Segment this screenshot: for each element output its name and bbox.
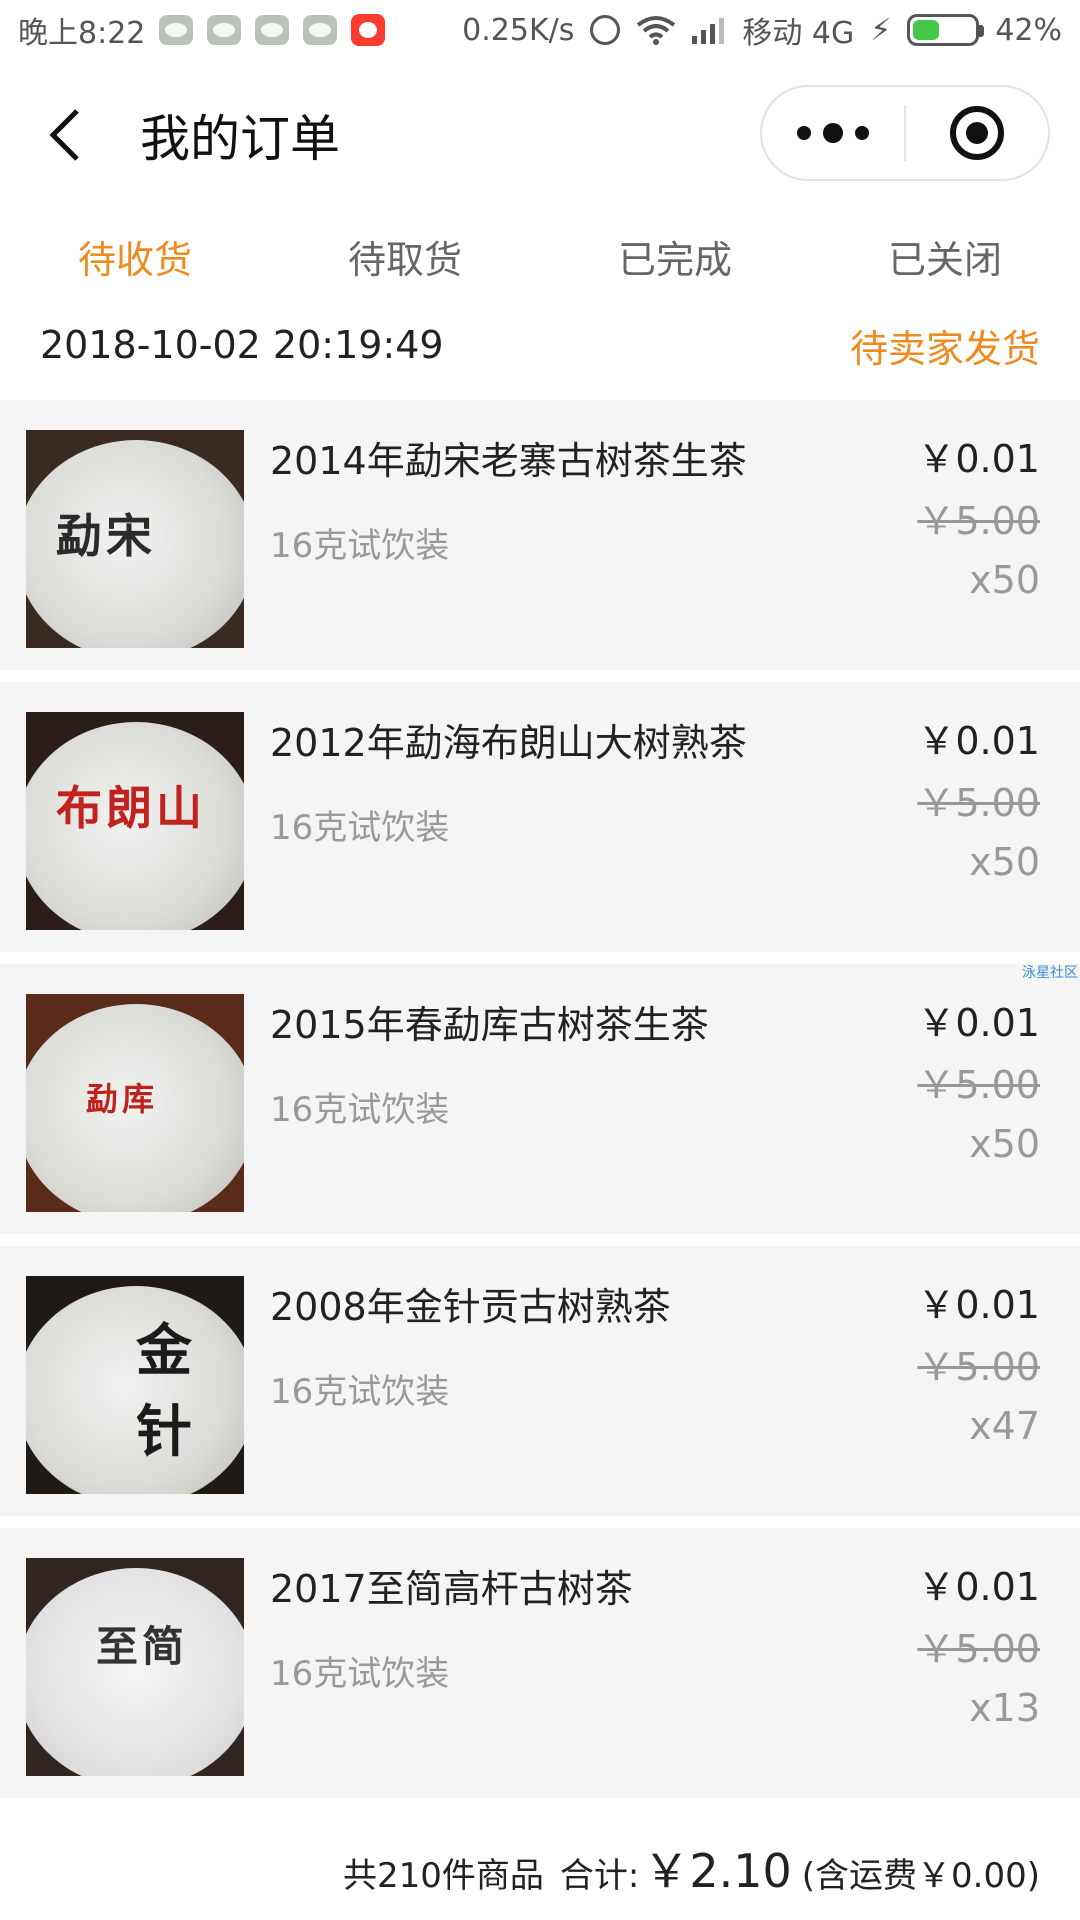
order-item[interactable]: 布朗山 2012年勐海布朗山大树熟茶 16克试饮装 ￥0.01 ￥5.00 x5… <box>0 682 1080 952</box>
order-header: 2018-10-02 20:19:49 待卖家发货 <box>0 300 1080 390</box>
product-quantity: x50 <box>969 558 1040 602</box>
product-price: ￥0.01 <box>917 719 1040 763</box>
wechat-notification-icon <box>159 15 194 45</box>
product-image-text: 勐宋 <box>56 509 156 563</box>
product-image-text: 金针 <box>136 1318 196 1465</box>
product-name: 2015年春勐库古树茶生茶 <box>270 1003 709 1047</box>
status-bar: 晚上8:22 0.25K/s 移动 4G ⚡ 42% <box>0 0 1080 60</box>
chevron-left-icon <box>49 109 79 161</box>
alarm-icon <box>590 15 621 45</box>
product-image: 金针 <box>26 1276 244 1494</box>
product-image: 至简 <box>26 1558 244 1776</box>
total-label: 合计: <box>559 1856 640 1896</box>
wifi-icon <box>636 15 676 45</box>
order-item[interactable]: 金针 2008年金针贡古树熟茶 16克试饮装 ￥0.01 ￥5.00 x47 <box>0 1246 1080 1516</box>
product-name: 2012年勐海布朗山大树熟茶 <box>270 721 747 765</box>
app-notification-icon <box>351 14 386 46</box>
miniprogram-capsule <box>760 85 1050 181</box>
status-time: 晚上8:22 <box>18 16 146 51</box>
product-spec: 16克试饮装 <box>270 526 450 566</box>
more-dots-icon <box>797 126 811 140</box>
product-name: 2017至简高杆古树茶 <box>270 1567 633 1611</box>
watermark: 泳星社区 <box>1022 965 1078 981</box>
order-time: 2018-10-02 20:19:49 <box>40 323 444 367</box>
product-quantity: x13 <box>969 1686 1040 1730</box>
item-count: 共210件商品 <box>342 1856 544 1896</box>
wechat-notification-icon <box>255 15 290 45</box>
order-item[interactable]: 勐宋 2014年勐宋老寨古树茶生茶 16克试饮装 ￥0.01 ￥5.00 x50 <box>0 400 1080 670</box>
order-items: 勐宋 2014年勐宋老寨古树茶生茶 16克试饮装 ￥0.01 ￥5.00 x50… <box>0 400 1080 1810</box>
tab-pending-receipt[interactable]: 待收货 <box>0 225 270 295</box>
signal-icon <box>692 16 726 44</box>
product-image-text: 勐库 <box>86 1080 159 1118</box>
product-image-text: 至简 <box>96 1622 189 1671</box>
carrier-label: 移动 4G <box>742 16 855 51</box>
tab-completed[interactable]: 已完成 <box>540 225 810 295</box>
product-image-text: 布朗山 <box>56 781 206 835</box>
title-bar: 我的订单 <box>0 60 1080 210</box>
total-amount: ￥2.10 <box>643 1844 792 1898</box>
more-dots-icon <box>823 123 843 143</box>
product-image: 勐宋 <box>26 430 244 648</box>
product-price: ￥0.01 <box>917 437 1040 481</box>
battery-icon <box>907 14 985 46</box>
product-price: ￥0.01 <box>917 1001 1040 1045</box>
product-spec: 16克试饮装 <box>270 808 450 848</box>
product-image: 布朗山 <box>26 712 244 930</box>
page-title: 我的订单 <box>140 110 340 168</box>
product-original-price: ￥5.00 <box>917 1627 1040 1671</box>
back-button[interactable] <box>30 100 100 170</box>
order-status: 待卖家发货 <box>849 326 1040 371</box>
product-name: 2014年勐宋老寨古树茶生茶 <box>270 439 747 483</box>
product-original-price: ￥5.00 <box>917 1063 1040 1107</box>
wechat-notification-icon <box>303 15 338 45</box>
product-original-price: ￥5.00 <box>917 1345 1040 1389</box>
product-quantity: x50 <box>969 1122 1040 1166</box>
tab-pending-pickup[interactable]: 待取货 <box>270 225 540 295</box>
product-original-price: ￥5.00 <box>917 781 1040 825</box>
order-tabs: 待收货 待取货 已完成 已关闭 <box>0 225 1080 295</box>
more-dots-icon <box>855 126 869 140</box>
close-miniprogram-button[interactable] <box>906 87 1048 179</box>
battery-percent: 42% <box>995 12 1062 48</box>
order-summary: 共210件商品 合计: ￥2.10 (含运费￥0.00) <box>0 1835 1080 1905</box>
product-quantity: x47 <box>969 1404 1040 1448</box>
order-item[interactable]: 勐库 2015年春勐库古树茶生茶 16克试饮装 ￥0.01 ￥5.00 x50 <box>0 964 1080 1234</box>
product-spec: 16克试饮装 <box>270 1654 450 1694</box>
product-original-price: ￥5.00 <box>917 499 1040 543</box>
product-price: ￥0.01 <box>917 1565 1040 1609</box>
charging-icon: ⚡ <box>870 12 892 48</box>
close-target-icon <box>949 106 1004 160</box>
order-item[interactable]: 至简 2017至简高杆古树茶 16克试饮装 ￥0.01 ￥5.00 x13 <box>0 1528 1080 1798</box>
net-speed: 0.25K/s <box>462 12 575 48</box>
shipping-fee: (含运费￥0.00) <box>801 1856 1040 1896</box>
product-spec: 16克试饮装 <box>270 1372 450 1412</box>
wechat-notification-icon <box>207 15 242 45</box>
product-spec: 16克试饮装 <box>270 1090 450 1130</box>
more-button[interactable] <box>762 87 904 179</box>
product-name: 2008年金针贡古树熟茶 <box>270 1285 671 1329</box>
product-price: ￥0.01 <box>917 1283 1040 1327</box>
product-quantity: x50 <box>969 840 1040 884</box>
tab-closed[interactable]: 已关闭 <box>810 225 1080 295</box>
product-image: 勐库 <box>26 994 244 1212</box>
